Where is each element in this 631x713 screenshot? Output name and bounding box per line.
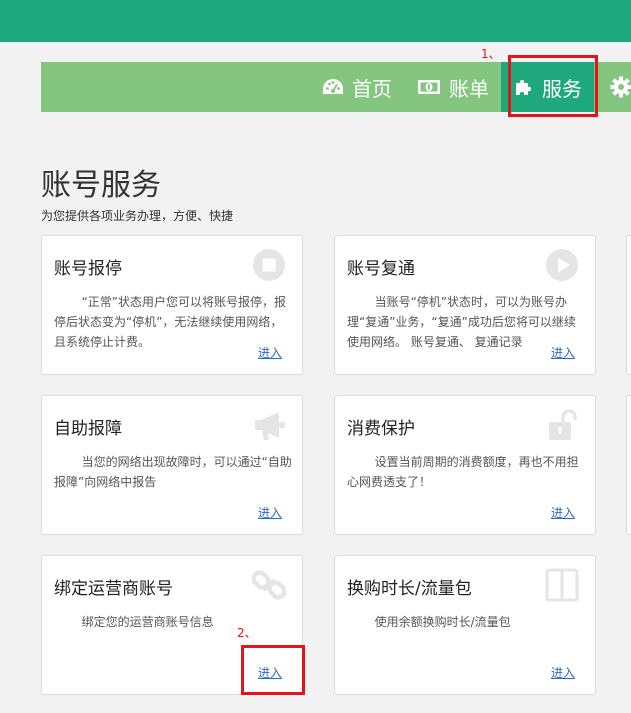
link-icon [252, 570, 286, 600]
nav-item-bill[interactable]: 账单 [417, 62, 489, 112]
card-enter-link[interactable]: 进入 [546, 504, 575, 521]
card-description: 当您的网络出现故障时，可以通过“自助报障”向网络中报告 [54, 455, 292, 489]
page-title: 账号服务 [41, 168, 161, 203]
card-title: 绑定运营商账号 [54, 579, 173, 599]
card-spending-protection: 消费保护 设置当前周期的消费额度，再也不用担心网费透支了！ 进入 [334, 395, 596, 535]
card-enter-link[interactable]: 进入 [253, 344, 282, 361]
megaphone-icon [255, 412, 285, 440]
card-title: 自助报障 [54, 419, 122, 439]
annotation-step-1: 1、 [481, 47, 501, 61]
card-exchange-duration-data: 换购时长/流量包 使用余额换购时长/流量包 进入 [334, 555, 596, 695]
card-description: 绑定您的运营商账号信息 [81, 615, 214, 629]
unlock-icon [549, 409, 577, 440]
nav-label-bill: 账单 [449, 76, 489, 101]
card-partial [626, 235, 631, 375]
highlight-box-enter [241, 645, 305, 695]
card-enter-link[interactable]: 进入 [253, 504, 282, 521]
page-subtitle: 为您提供各项业务办理，方便、快捷 [41, 209, 234, 223]
gear-icon [610, 76, 631, 98]
card-self-report: 自助报障 当您的网络出现故障时，可以通过“自助报障”向网络中报告 进入 [41, 395, 303, 535]
card-title: 账号复通 [347, 259, 415, 279]
annotation-step-2: 2、 [237, 626, 257, 640]
highlight-box-service [508, 55, 598, 117]
card-account-resume: 账号复通 当账号“停机”状态时，可以为账号办理“复通”业务，“复通”成功后您将可… [334, 235, 596, 375]
card-account-suspend: 账号报停 “正常”状态用户您可以将账号报停，报停后状态变为“停机”，无法继续使用… [41, 235, 303, 375]
dashboard-icon [323, 79, 343, 94]
card-title: 换购时长/流量包 [347, 579, 472, 599]
nav-item-settings[interactable] [610, 62, 631, 112]
columns-icon [545, 568, 579, 602]
top-banner [0, 0, 631, 42]
card-title: 账号报停 [54, 259, 122, 279]
card-enter-link[interactable]: 进入 [546, 664, 575, 681]
card-description: 使用余额换购时长/流量包 [374, 615, 511, 629]
money-icon [418, 80, 440, 94]
card-partial [626, 395, 631, 535]
card-title: 消费保护 [347, 419, 415, 439]
card-description: 设置当前周期的消费额度，再也不用担心网费透支了！ [347, 455, 579, 489]
nav-item-home[interactable]: 首页 [322, 62, 392, 112]
stop-icon [253, 249, 285, 281]
play-icon [546, 249, 578, 281]
card-enter-link[interactable]: 进入 [546, 344, 575, 361]
nav-label-home: 首页 [352, 76, 392, 101]
